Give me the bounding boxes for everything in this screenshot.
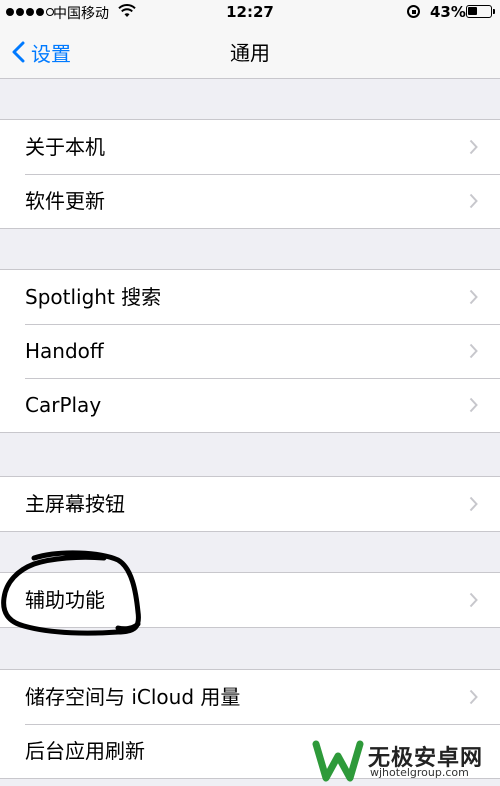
- row-label: 后台应用刷新: [25, 739, 145, 763]
- battery-icon: [466, 5, 492, 18]
- row-spotlight-search[interactable]: Spotlight 搜索: [0, 270, 500, 324]
- row-label: 储存空间与 iCloud 用量: [25, 685, 241, 709]
- page-title: 通用: [230, 41, 270, 65]
- status-bar: 中国移动 12:27 43%: [0, 0, 500, 26]
- chevron-right-icon: [469, 592, 478, 608]
- row-handoff[interactable]: Handoff: [0, 324, 500, 378]
- navigation-bar: 设置 通用: [0, 26, 500, 79]
- settings-group-about: 关于本机 软件更新: [0, 119, 500, 229]
- row-label: 软件更新: [25, 189, 105, 213]
- row-label: CarPlay: [25, 393, 102, 417]
- chevron-right-icon: [469, 689, 478, 705]
- row-label: Spotlight 搜索: [25, 285, 162, 309]
- settings-group-home-button: 主屏幕按钮: [0, 476, 500, 532]
- row-home-button[interactable]: 主屏幕按钮: [0, 477, 500, 531]
- row-label: 关于本机: [25, 135, 105, 159]
- rotation-lock-icon: [407, 5, 420, 18]
- row-label: 主屏幕按钮: [25, 492, 125, 516]
- clock: 12:27: [226, 3, 274, 21]
- chevron-right-icon: [469, 496, 478, 512]
- watermark: 无极安卓网 wjhotelgroup.com: [312, 738, 498, 784]
- chevron-right-icon: [469, 139, 478, 155]
- chevron-right-icon: [469, 343, 478, 359]
- row-about[interactable]: 关于本机: [0, 120, 500, 174]
- hand-drawn-circle-annotation: [1, 550, 141, 636]
- row-software-update[interactable]: 软件更新: [0, 174, 500, 228]
- battery-tip: [493, 9, 495, 14]
- battery-percent: 43%: [430, 3, 466, 21]
- row-storage-icloud[interactable]: 储存空间与 iCloud 用量: [0, 670, 500, 724]
- chevron-right-icon: [469, 397, 478, 413]
- watermark-logo-icon: [312, 740, 364, 782]
- row-carplay[interactable]: CarPlay: [0, 378, 500, 432]
- row-label: Handoff: [25, 339, 104, 363]
- settings-group-search: Spotlight 搜索 Handoff CarPlay: [0, 269, 500, 433]
- chevron-right-icon: [469, 289, 478, 305]
- chevron-right-icon: [469, 193, 478, 209]
- watermark-url: wjhotelgroup.com: [370, 766, 469, 779]
